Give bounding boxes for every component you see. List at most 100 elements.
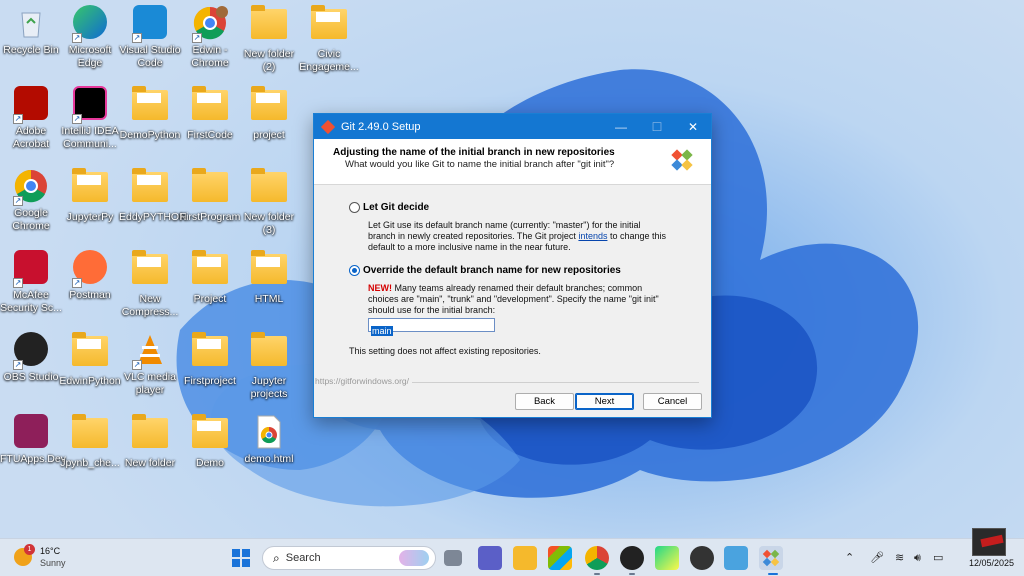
- desktop-icon-demopython[interactable]: DemoPython: [119, 86, 181, 142]
- close-button[interactable]: ✕: [675, 120, 711, 134]
- desktop-icon-new-compressed[interactable]: New Compress...: [119, 250, 181, 319]
- desktop-icon-firstproject[interactable]: Firstproject: [179, 332, 241, 388]
- folder-icon: [192, 86, 228, 126]
- folder-icon: [251, 332, 287, 372]
- desktop-icon-eddypython[interactable]: EddyPYTHON: [119, 168, 187, 224]
- desktop-icon-edwin-chrome[interactable]: ↗ Edwin - Chrome: [179, 5, 241, 70]
- vlc-icon: ↗: [132, 332, 168, 370]
- minimize-button[interactable]: —: [603, 120, 639, 134]
- desktop-icon-label: New Compress...: [121, 293, 179, 318]
- desktop-icon-jupyter-projects[interactable]: Jupyter projects: [238, 332, 300, 401]
- desktop-icon-microsoft-edge[interactable]: ↗ Microsoft Edge: [59, 5, 121, 70]
- desktop-icon-label: FirstProgram: [179, 211, 241, 223]
- chevron-up-icon[interactable]: ⌃: [845, 551, 854, 564]
- desktop-icon-adobe-acrobat[interactable]: ↗ Adobe Acrobat: [0, 86, 62, 151]
- option2-description: NEW! Many teams already renamed their de…: [368, 283, 668, 316]
- desktop-icon-firstprogram[interactable]: FirstProgram: [179, 168, 241, 224]
- wifi-icon[interactable]: ≋: [895, 551, 904, 564]
- desktop-icon-label: Google Chrome: [12, 207, 50, 232]
- radio-let-git-decide[interactable]: [349, 202, 360, 213]
- clock-date[interactable]: 12/05/2025: [969, 558, 1014, 568]
- battery-icon[interactable]: ▭: [933, 551, 943, 564]
- desktop-icon-label: Recycle Bin: [3, 44, 59, 56]
- folder-icon: [192, 250, 228, 290]
- git-running-indicator: [768, 573, 778, 575]
- back-button[interactable]: Back: [515, 393, 574, 410]
- taskbar-search[interactable]: ⌕ Search: [262, 546, 436, 570]
- intends-link[interactable]: intends: [578, 231, 607, 241]
- obs-studio-icon: ↗: [13, 332, 49, 370]
- folder-icon: [192, 414, 228, 454]
- next-button[interactable]: Next: [575, 393, 634, 410]
- desktop-icon-postman[interactable]: ↗ Postman: [59, 250, 121, 302]
- desktop-icon-obs-studio[interactable]: ↗ OBS Studio: [0, 332, 62, 384]
- microsoft-store-icon[interactable]: [548, 546, 572, 570]
- vscode-icon: ↗: [132, 5, 168, 43]
- dialog-titlebar[interactable]: Git 2.49.0 Setup — ☐ ✕: [314, 114, 711, 139]
- search-placeholder: Search: [285, 552, 321, 564]
- option-override-branch[interactable]: Override the default branch name for new…: [349, 265, 621, 276]
- desktop-icon-jpynb[interactable]: Jpynb_che...: [59, 414, 121, 470]
- teams-icon[interactable]: [478, 546, 502, 570]
- notification-thumbnail-graphic: [980, 534, 1004, 548]
- desktop-icon-google-chrome[interactable]: ↗ Google Chrome: [0, 168, 62, 233]
- desktop-icon-new-folder-2[interactable]: New folder (2): [238, 5, 300, 74]
- volume-icon[interactable]: 🔊︎: [914, 551, 921, 565]
- search-icon: ⌕: [273, 550, 280, 565]
- search-highlight-icon: [399, 550, 429, 566]
- maximize-button[interactable]: ☐: [639, 120, 675, 134]
- desktop-icon-label: VLC media player: [124, 371, 176, 396]
- microphone-icon[interactable]: 🎤︎: [870, 551, 884, 564]
- desktop-icon-label: Demo: [195, 457, 224, 469]
- desktop-icon-label: DemoPython: [119, 129, 181, 141]
- notification-thumbnail[interactable]: [972, 528, 1006, 556]
- desktop-icon-mcafee[interactable]: ↗ McAfee Security Sc...: [0, 250, 62, 315]
- option-let-git-decide[interactable]: Let Git decide: [349, 202, 429, 213]
- desktop-icon-firstcode[interactable]: FirstCode: [179, 86, 241, 142]
- start-button[interactable]: [229, 546, 253, 570]
- desktop-icon-label: Postman: [69, 289, 111, 301]
- desktop-icon-label: EddyPYTHON: [119, 211, 187, 223]
- desktop-icon-project-lower[interactable]: project: [238, 86, 300, 142]
- git-icon: [321, 119, 335, 134]
- desktop-icon-project[interactable]: Project: [179, 250, 241, 306]
- git-setup-taskbar-icon[interactable]: [759, 546, 783, 570]
- task-view-icon[interactable]: [444, 550, 462, 566]
- recycle-bin-icon: [13, 5, 49, 41]
- cancel-button[interactable]: Cancel: [643, 393, 702, 410]
- pycharm-taskbar-icon[interactable]: [655, 546, 679, 570]
- desktop-icon-new-folder[interactable]: New folder: [119, 414, 181, 470]
- desktop-icon-ftuapps[interactable]: FTUApps.Dev: [0, 414, 66, 466]
- weather-badge: 1: [24, 544, 35, 555]
- desktop-icon-label: Visual Studio Code: [119, 44, 181, 69]
- option-label: Let Git decide: [363, 202, 430, 213]
- branch-name-input[interactable]: main: [368, 318, 495, 336]
- desktop-icon-demo[interactable]: Demo: [179, 414, 241, 470]
- desktop-icon-vlc[interactable]: ↗ VLC media player: [119, 332, 181, 397]
- desktop-icon-demo-html[interactable]: demo.html: [238, 414, 300, 466]
- desktop-icon-html[interactable]: HTML: [238, 250, 300, 306]
- folder-icon: [251, 5, 287, 45]
- desktop-icon-label: JupyterPy: [66, 211, 114, 223]
- desktop-icon-recycle-bin[interactable]: Recycle Bin: [0, 5, 62, 57]
- desktop-icon-edwinpython[interactable]: EdwinPython: [59, 332, 121, 388]
- desktop-icon-vscode[interactable]: ↗ Visual Studio Code: [119, 5, 181, 70]
- desktop-icon-civic[interactable]: Civic Engageme...: [298, 5, 360, 74]
- desktop-icon-new-folder-3[interactable]: New folder (3): [238, 168, 300, 237]
- chrome-taskbar-icon[interactable]: [585, 546, 609, 570]
- weather-widget[interactable]: 1 16°C Sunny: [14, 544, 66, 569]
- desktop-icon-intellij[interactable]: ↗ IntelliJ IDEA Communi...: [59, 86, 121, 151]
- desktop-icon-label: New folder: [124, 457, 176, 469]
- adobe-acrobat-icon: ↗: [13, 86, 49, 124]
- setting-note: This setting does not affect existing re…: [349, 346, 541, 356]
- obs-taskbar-icon[interactable]: [620, 546, 644, 570]
- remote-desktop-icon[interactable]: [724, 546, 748, 570]
- settings-gear-icon[interactable]: [690, 546, 714, 570]
- radio-override-branch[interactable]: [349, 265, 360, 276]
- file-explorer-icon[interactable]: [513, 546, 537, 570]
- folder-icon: [72, 414, 108, 454]
- folder-icon: [192, 168, 228, 208]
- desktop-icon-label: Microsoft Edge: [68, 44, 112, 69]
- desktop-icon-jupyterpy[interactable]: JupyterPy: [59, 168, 121, 224]
- desktop-icon-label: EdwinPython: [59, 375, 121, 387]
